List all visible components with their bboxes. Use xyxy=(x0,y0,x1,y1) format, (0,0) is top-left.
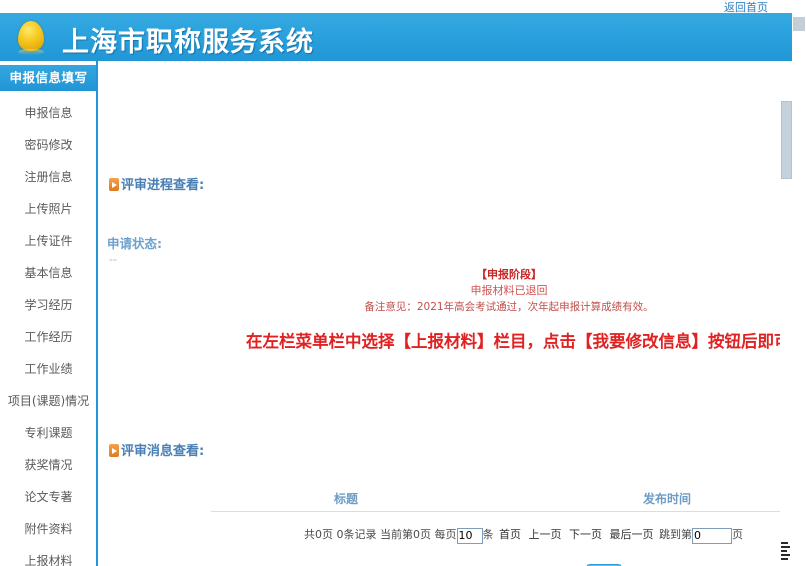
sidebar-item-shenbao-xinxi[interactable]: 申报信息 xyxy=(0,97,97,129)
column-header-title: 标题 xyxy=(334,492,359,506)
pager-last-link[interactable]: 最后一页 xyxy=(610,528,654,541)
main-content: 评审进程查看: 申请状态: -- 【申报阶段】 申报材料已退回 备注意见：202… xyxy=(99,61,806,566)
sidebar-item-huojiang-qingkuang[interactable]: 获奖情况 xyxy=(0,449,97,481)
site-title: 上海市职称服务系统 xyxy=(62,27,314,58)
sidebar-item-shangbao-cailiao[interactable]: 上报材料 xyxy=(0,545,97,566)
per-page-input[interactable] xyxy=(456,527,483,544)
pager-perpage-unit: 条 xyxy=(482,528,494,541)
sidebar-item-gongzuo-jingli[interactable]: 工作经历 xyxy=(0,321,97,353)
pager-records-unit: 条记录 xyxy=(343,528,377,541)
sidebar-item-xuexi-jingli[interactable]: 学习经历 xyxy=(0,289,97,321)
body-area: 申报信息填写 申报信息 密码修改 注册信息 上传照片 上传证件 基本信息 学习经… xyxy=(0,61,806,566)
sidebar-item-jiben-xinxi[interactable]: 基本信息 xyxy=(0,257,97,289)
pager-pages-unit: 页 xyxy=(322,528,333,541)
application-status-label: 申请状态: xyxy=(107,236,162,251)
pager-current-unit: 页 xyxy=(420,528,431,541)
notice-instruction: 在左栏菜单栏中选择【上报材料】栏目，点击【我要修改信息】按钮后即可进行信息的修改… xyxy=(246,332,806,351)
top-strip: 返回首页 xyxy=(0,0,806,14)
pager-total-pages: 0 xyxy=(315,528,322,541)
sidebar-item-zhuce-xinxi[interactable]: 注册信息 xyxy=(0,161,97,193)
outer-scrollbar-thumb[interactable] xyxy=(793,17,805,31)
sidebar-menu: 申报信息 密码修改 注册信息 上传照片 上传证件 基本信息 学习经历 工作经历 … xyxy=(0,97,97,566)
pager-total-prefix: 共 xyxy=(304,528,315,541)
message-table: 标题 发布时间 xyxy=(211,489,791,512)
site-header: 上海市职称服务系统 xyxy=(0,13,806,61)
pagination-bar: 共0页 0条记录 当前第0页 每页条 首页 上一页 下一页 最后一页 跳到第页 xyxy=(304,525,804,545)
pager-prev-link[interactable]: 上一页 xyxy=(529,528,562,541)
pager-current-prefix: 当前第 xyxy=(380,528,413,541)
sidebar-divider xyxy=(96,61,98,566)
notice-stage: 【申报阶段】 xyxy=(476,268,542,281)
inner-scrollbar[interactable] xyxy=(780,61,792,566)
sidebar-item-mima-xiugai[interactable]: 密码修改 xyxy=(0,129,97,161)
sidebar-item-shangchuan-zhaopian[interactable]: 上传照片 xyxy=(0,193,97,225)
pager-next-link[interactable]: 下一页 xyxy=(569,528,602,541)
scrollbar-bottom-marks xyxy=(781,540,791,562)
pager-current-page: 0 xyxy=(413,528,420,541)
sidebar-item-zhuanli-keti[interactable]: 专利课题 xyxy=(0,417,97,449)
sidebar-title: 申报信息填写 xyxy=(0,65,97,91)
pager-first-link[interactable]: 首页 xyxy=(499,528,521,541)
notice-status: 申报材料已退回 xyxy=(470,284,548,297)
page-root: 返回首页 上海市职称服务系统 申报信息填写 申报信息 密码修改 注册信息 上传照… xyxy=(0,0,806,566)
sidebar-item-xiangmu-keti[interactable]: 项目(课题)情况 xyxy=(0,385,97,417)
sidebar-item-fujian-ziliao[interactable]: 附件资料 xyxy=(0,513,97,545)
arrow-bullet-icon-2 xyxy=(109,444,119,457)
section-title-review-message: 评审消息查看: xyxy=(121,444,205,459)
application-status-value: -- xyxy=(109,253,117,266)
section-header-review-progress: 评审进程查看: xyxy=(109,174,204,193)
jump-page-input[interactable] xyxy=(692,527,732,544)
section-header-review-message: 评审消息查看: xyxy=(109,440,204,459)
inner-scrollbar-thumb[interactable] xyxy=(781,101,792,179)
section-title-review-progress: 评审进程查看: xyxy=(121,178,205,193)
gold-nugget-logo-icon xyxy=(14,19,50,55)
pager-perpage-label: 每页 xyxy=(434,528,457,541)
sidebar-item-shangchuan-zhengjian[interactable]: 上传证件 xyxy=(0,225,97,257)
notice-remark: 备注意见：2021年高会考试通过，次年起申报计算成绩有效。 xyxy=(364,301,654,313)
message-table-header: 标题 发布时间 xyxy=(211,489,791,512)
pager-jump-unit: 页 xyxy=(732,528,743,541)
outer-scrollbar[interactable] xyxy=(792,0,806,566)
pager-record-count: 0 xyxy=(336,528,344,541)
sidebar-item-lunwen-zhuanzhu[interactable]: 论文专著 xyxy=(0,481,97,513)
arrow-bullet-icon xyxy=(109,178,119,191)
sidebar: 申报信息填写 申报信息 密码修改 注册信息 上传照片 上传证件 基本信息 学习经… xyxy=(0,61,98,566)
sidebar-item-gongzuo-yeji[interactable]: 工作业绩 xyxy=(0,353,97,385)
pager-jump-label: 跳到第 xyxy=(659,528,692,541)
notice-block: 【申报阶段】 申报材料已退回 备注意见：2021年高会考试通过，次年起申报计算成… xyxy=(229,267,789,315)
column-header-publish-time: 发布时间 xyxy=(643,492,692,506)
